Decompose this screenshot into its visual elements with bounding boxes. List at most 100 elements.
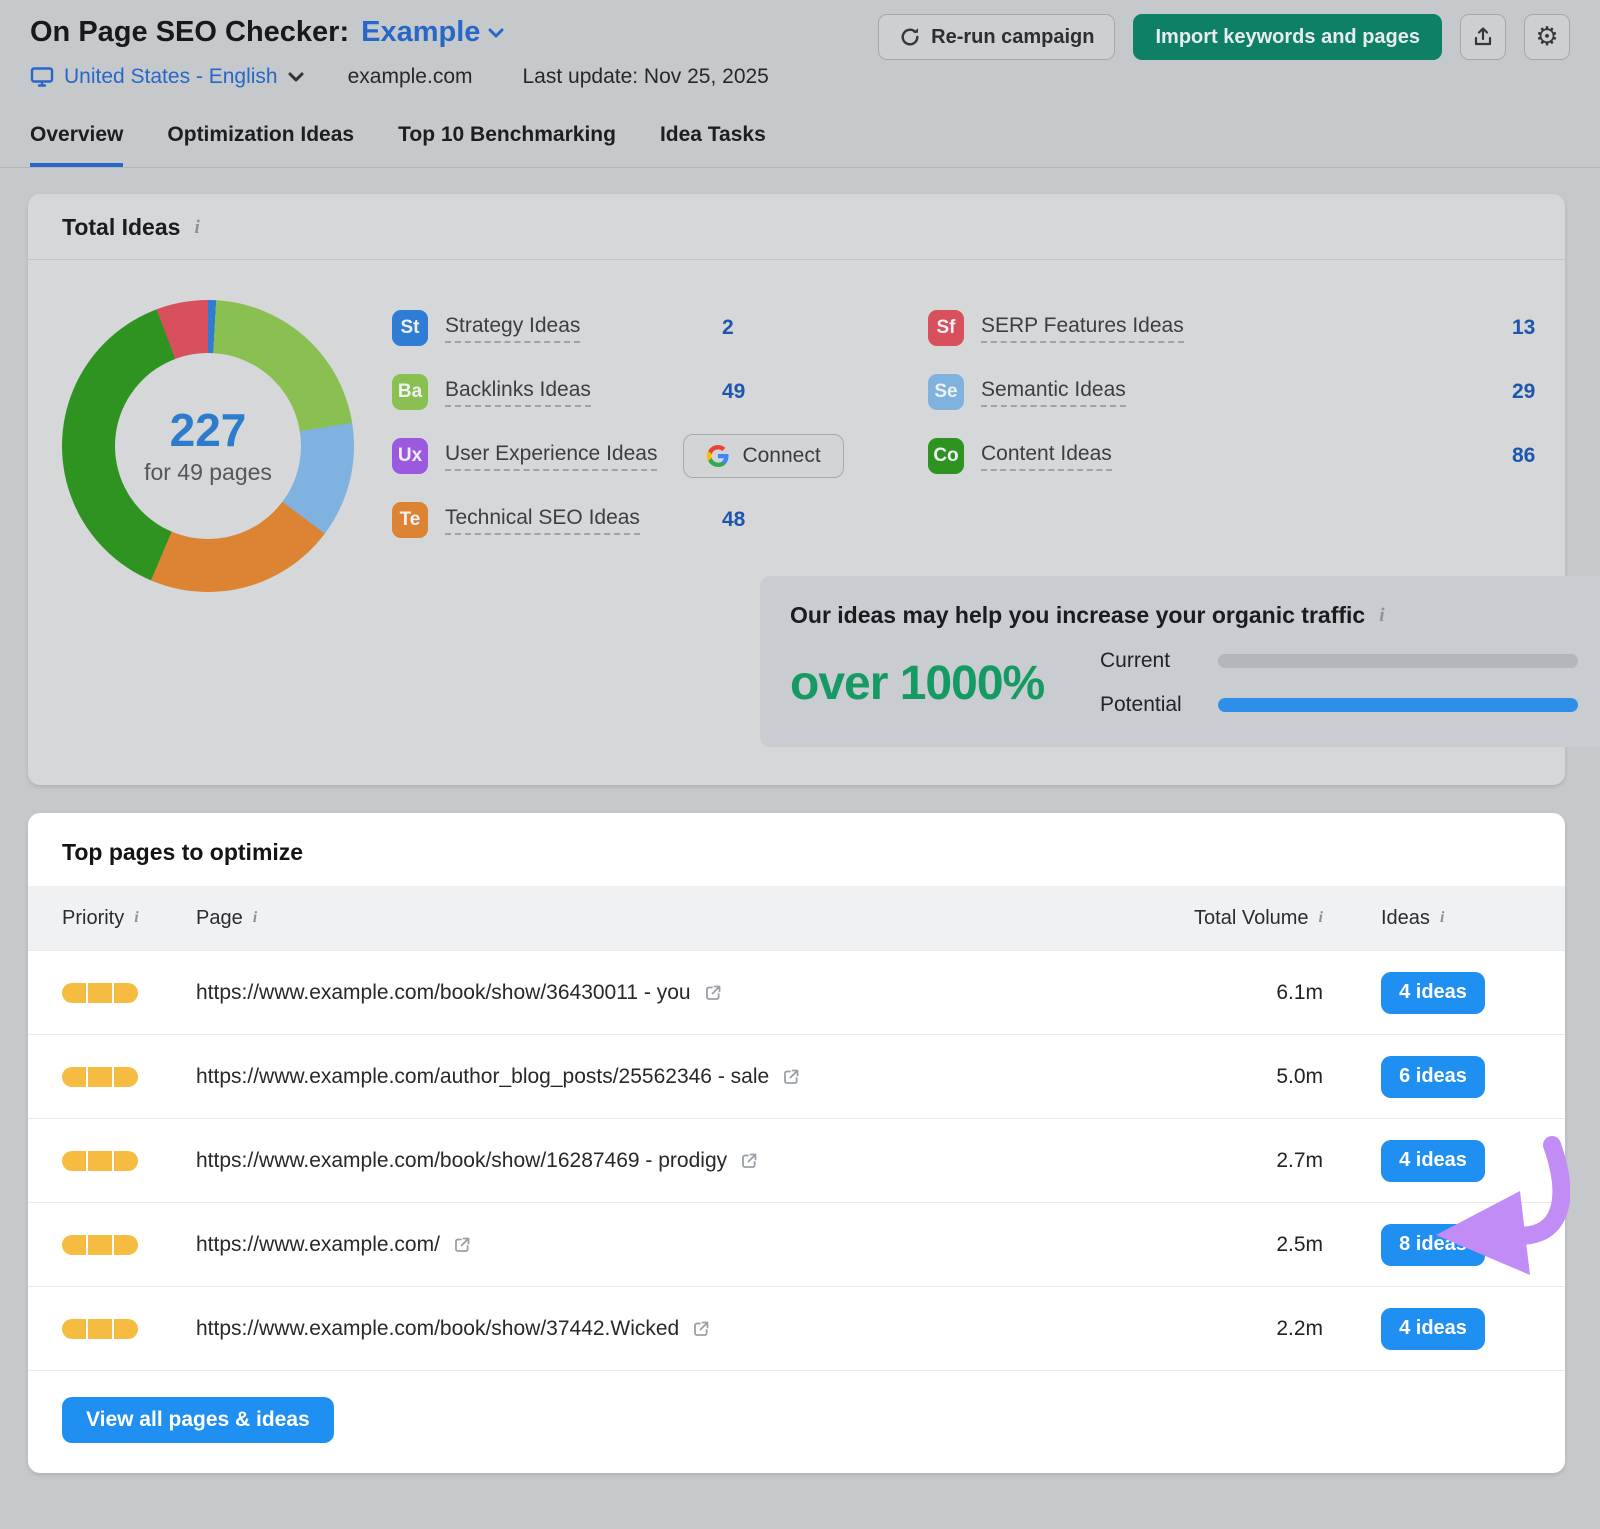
- semantic-badge-icon: Se: [928, 374, 964, 410]
- page-title: On Page SEO Checker:: [30, 16, 349, 49]
- potential-traffic-bar: [1218, 698, 1578, 712]
- refresh-icon: [899, 26, 921, 48]
- page-url: https://www.example.com/book/show/364300…: [196, 981, 723, 1005]
- locale-label: United States - English: [64, 65, 278, 89]
- page-url: https://www.example.com/book/show/162874…: [196, 1149, 759, 1173]
- project-name: Example: [361, 16, 480, 49]
- external-link-icon[interactable]: [703, 983, 723, 1003]
- info-icon[interactable]: i: [1440, 909, 1444, 927]
- external-link-icon[interactable]: [452, 1235, 472, 1255]
- ideas-count-button[interactable]: 4 ideas: [1381, 972, 1485, 1014]
- user-experience-ideas-link[interactable]: User Experience Ideas: [445, 442, 657, 471]
- view-all-pages-button[interactable]: View all pages & ideas: [62, 1397, 334, 1443]
- strategy-ideas-link[interactable]: Strategy Ideas: [445, 314, 580, 343]
- ideas-count-button[interactable]: 4 ideas: [1381, 1140, 1485, 1182]
- total-volume: 2.5m: [1276, 1233, 1323, 1257]
- tab-idea-tasks[interactable]: Idea Tasks: [660, 123, 766, 167]
- serp-features-badge-icon: Sf: [928, 310, 964, 346]
- organic-traffic-panel: Our ideas may help you increase your org…: [760, 576, 1600, 747]
- settings-button[interactable]: ⚙: [1524, 14, 1570, 60]
- info-icon[interactable]: i: [1319, 909, 1323, 927]
- ideas-count-button[interactable]: 4 ideas: [1381, 1308, 1485, 1350]
- total-volume: 5.0m: [1276, 1065, 1323, 1089]
- organic-traffic-title: Our ideas may help you increase your org…: [790, 602, 1365, 629]
- backlinks-badge-icon: Ba: [392, 374, 428, 410]
- semantic-ideas-link[interactable]: Semantic Ideas: [981, 378, 1126, 407]
- external-link-icon[interactable]: [781, 1067, 801, 1087]
- external-link-icon[interactable]: [739, 1151, 759, 1171]
- traffic-increase-highlight: over 1000%: [790, 656, 1100, 711]
- chevron-down-icon: [288, 72, 304, 82]
- volume-column-header: Total Volume: [1194, 907, 1309, 930]
- page-url: https://www.example.com/: [196, 1233, 472, 1257]
- idea-category-row: Ba Backlinks Ideas 49: [392, 360, 922, 424]
- total-ideas-card: Total Ideas i 227 for 49 pages St Strate…: [28, 194, 1565, 785]
- content-ideas-link[interactable]: Content Ideas: [981, 442, 1112, 471]
- external-link-icon[interactable]: [691, 1319, 711, 1339]
- strategy-ideas-count: 2: [722, 316, 922, 340]
- ideas-count-button-highlighted[interactable]: 8 ideas: [1381, 1224, 1485, 1266]
- project-selector[interactable]: Example: [361, 16, 504, 49]
- tab-overview[interactable]: Overview: [30, 123, 123, 167]
- table-header: Priority i Page i Total Volume i Ideas i: [28, 886, 1565, 950]
- connect-label: Connect: [742, 444, 820, 468]
- content-badge-icon: Co: [928, 438, 964, 474]
- page-url: https://www.example.com/book/show/37442.…: [196, 1317, 711, 1341]
- info-icon[interactable]: i: [1379, 605, 1384, 627]
- top-pages-card: Top pages to optimize Priority i Page i …: [28, 813, 1565, 1473]
- idea-category-row: Ux User Experience Ideas Connect: [392, 424, 922, 488]
- current-traffic-row: Current 52.9k: [1100, 649, 1600, 673]
- table-row: https://www.example.com/book/show/162874…: [28, 1118, 1565, 1202]
- idea-category-row: Te Technical SEO Ideas 48: [392, 488, 922, 552]
- connect-google-button[interactable]: Connect: [683, 434, 843, 478]
- tab-top10-benchmarking[interactable]: Top 10 Benchmarking: [398, 123, 616, 167]
- total-volume: 2.2m: [1276, 1317, 1323, 1341]
- idea-category-row: Sf SERP Features Ideas 13: [928, 296, 1600, 360]
- priority-indicator: [62, 1151, 138, 1171]
- info-icon[interactable]: i: [134, 909, 138, 927]
- technical-seo-ideas-link[interactable]: Technical SEO Ideas: [445, 506, 640, 535]
- total-ideas-count: 227: [170, 406, 247, 454]
- page-url: https://www.example.com/author_blog_post…: [196, 1065, 801, 1089]
- priority-indicator: [62, 1235, 138, 1255]
- tab-optimization-ideas[interactable]: Optimization Ideas: [167, 123, 354, 167]
- top-pages-title: Top pages to optimize: [28, 813, 1565, 886]
- serp-features-ideas-count: 13: [1512, 316, 1600, 340]
- table-row: https://www.example.com/book/show/364300…: [28, 950, 1565, 1034]
- idea-category-row: St Strategy Ideas 2: [392, 296, 922, 360]
- priority-indicator: [62, 983, 138, 1003]
- technical-seo-badge-icon: Te: [392, 502, 428, 538]
- total-volume: 2.7m: [1276, 1149, 1323, 1173]
- backlinks-ideas-link[interactable]: Backlinks Ideas: [445, 378, 591, 407]
- table-row: https://www.example.com/ 2.5m 8 ideas: [28, 1202, 1565, 1286]
- potential-label: Potential: [1100, 693, 1218, 717]
- backlinks-ideas-count: 49: [722, 380, 922, 404]
- total-ideas-pages: for 49 pages: [144, 459, 272, 486]
- export-button[interactable]: [1460, 14, 1506, 60]
- info-icon[interactable]: i: [253, 909, 257, 927]
- info-icon[interactable]: i: [194, 217, 199, 239]
- page-header: On Page SEO Checker: Example Re-run camp…: [0, 0, 1600, 89]
- total-ideas-donut: 227 for 49 pages: [62, 300, 354, 592]
- idea-category-row: Co Content Ideas 86: [928, 424, 1600, 488]
- user-experience-badge-icon: Ux: [392, 438, 428, 474]
- potential-traffic-row: Potential 19.2m: [1100, 693, 1600, 717]
- gear-icon: ⚙: [1535, 24, 1558, 50]
- tab-bar: Overview Optimization Ideas Top 10 Bench…: [0, 123, 1600, 168]
- technical-seo-ideas-count: 48: [722, 508, 922, 532]
- table-row: https://www.example.com/book/show/37442.…: [28, 1286, 1565, 1370]
- priority-indicator: [62, 1067, 138, 1087]
- rerun-campaign-button[interactable]: Re-run campaign: [878, 14, 1115, 60]
- page-column-header: Page: [196, 907, 243, 930]
- serp-features-ideas-link[interactable]: SERP Features Ideas: [981, 314, 1184, 343]
- locale-selector[interactable]: United States - English: [30, 65, 304, 89]
- device-desktop-icon: [30, 66, 54, 88]
- current-label: Current: [1100, 649, 1218, 673]
- rerun-campaign-label: Re-run campaign: [931, 26, 1094, 49]
- chevron-down-icon: [488, 28, 504, 38]
- last-update: Last update: Nov 25, 2025: [523, 65, 769, 89]
- table-row: https://www.example.com/author_blog_post…: [28, 1034, 1565, 1118]
- import-keywords-button[interactable]: Import keywords and pages: [1133, 14, 1442, 60]
- google-logo-icon: [706, 444, 730, 468]
- ideas-count-button[interactable]: 6 ideas: [1381, 1056, 1485, 1098]
